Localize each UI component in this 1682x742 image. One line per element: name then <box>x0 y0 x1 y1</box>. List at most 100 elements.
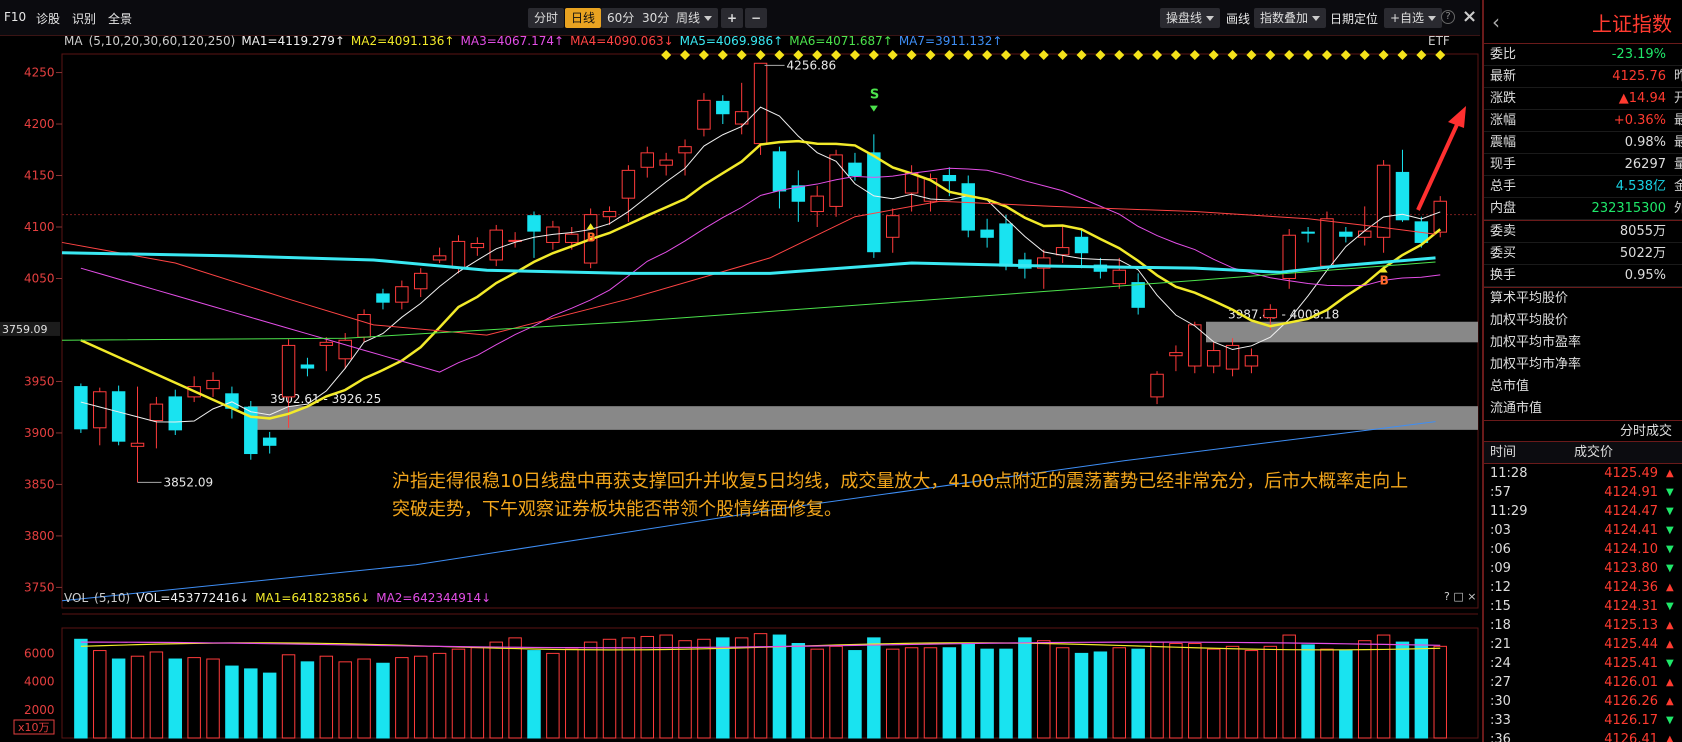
volume-bar <box>168 658 183 739</box>
arrow-up-icon: ▲ <box>1666 734 1674 742</box>
volume-bar <box>583 641 598 739</box>
trade-time: :33 <box>1490 713 1511 728</box>
signal-diamond <box>736 50 747 60</box>
buy-signal-label: B <box>1380 274 1389 288</box>
stat-row[interactable]: 算术平均股价 <box>1484 288 1682 310</box>
trade-price: 4124.10 <box>1604 542 1658 557</box>
price-tick-label: 3900 <box>24 426 55 440</box>
vol-indicator-name[interactable]: VOL <box>64 591 88 605</box>
volume-bar <box>244 668 258 739</box>
trade-row: :21 4125.44 ▲ <box>1484 635 1682 654</box>
quote-label: 委卖 <box>1490 224 1517 239</box>
ma-value-5: MA5=4069.986↑ <box>679 34 784 48</box>
candle <box>1112 269 1127 285</box>
signal-diamond <box>982 50 993 60</box>
trade-price: 4124.91 <box>1604 485 1658 500</box>
sidebar-header: ‹ 上证指数 <box>1484 0 1682 44</box>
signal-diamond <box>680 50 691 60</box>
signal-diamond <box>906 50 917 60</box>
trade-price: 4123.80 <box>1604 561 1658 576</box>
volume-bar <box>1433 645 1447 739</box>
trade-time: :27 <box>1490 675 1511 690</box>
volume-bar <box>319 655 334 739</box>
volume-bar <box>1320 648 1334 739</box>
price-column-header: 成交价 <box>1574 445 1614 460</box>
quote-suffix: 最 <box>1674 135 1682 150</box>
candle <box>867 152 881 253</box>
candle <box>432 255 447 261</box>
ma-value-3: MA3=4067.174↑ <box>460 34 565 48</box>
trade-time: 11:29 <box>1490 504 1528 519</box>
signal-diamond <box>755 50 766 60</box>
volume-bar <box>1018 637 1032 739</box>
trade-time: :15 <box>1490 599 1511 614</box>
price-tick-label: 3800 <box>24 529 55 543</box>
trade-price: 4126.01 <box>1604 675 1658 690</box>
price-tick-label: 3950 <box>24 374 55 388</box>
ma-indicator-name[interactable]: MA <box>64 34 83 48</box>
vol-value-1: VOL=453772416↓ <box>136 591 250 605</box>
trade-row: :03 4124.41 ▼ <box>1484 521 1682 540</box>
quote-label: 震幅 <box>1490 135 1517 150</box>
candle <box>980 229 994 238</box>
stat-row[interactable]: 加权平均股价 <box>1484 310 1682 332</box>
volume-bar <box>1112 647 1127 739</box>
quote-value: 5022万 <box>1619 246 1666 261</box>
trade-row: 11:29 4124.47 ▼ <box>1484 502 1682 521</box>
stat-row[interactable]: 加权平均市净率 <box>1484 354 1682 376</box>
quote-value: 0.95% <box>1624 268 1666 283</box>
volume-bar <box>848 650 862 739</box>
candle <box>1263 308 1278 319</box>
signal-diamond <box>1303 50 1314 60</box>
quote-value: 0.98% <box>1624 135 1666 150</box>
quote-label: 总手 <box>1490 179 1517 194</box>
candle <box>74 386 88 430</box>
signal-diamond <box>1435 50 1446 60</box>
stat-row[interactable]: 流通市值 <box>1484 398 1682 420</box>
volume-bar <box>357 658 371 739</box>
volume-panel-controls[interactable]: ? □ × <box>1444 590 1476 603</box>
trade-time: :36 <box>1490 732 1511 742</box>
analysis-annotation: 沪指走得很稳10日线盘中再获支撑回升并收复5日均线，成交量放大，4100点附近的… <box>392 471 1409 520</box>
volume-bar <box>753 633 768 739</box>
sell-signal-label: S <box>870 87 879 102</box>
quote-label: 涨跌 <box>1490 91 1517 106</box>
ma-value-4: MA4=4090.063↓ <box>570 34 674 48</box>
signal-diamond <box>717 50 728 60</box>
volume-bar <box>1074 652 1089 739</box>
candle <box>1055 247 1070 256</box>
kline-chart[interactable]: 4250 4200 4150 4100 4050 3950 3900 3850 3800 3750… <box>0 0 1480 742</box>
candle <box>904 172 919 194</box>
quote-sidebar: ‹ 上证指数 委比 -23.19% 最新 4125.76 昨涨跌 ▲14.94 开涨幅 +0.… <box>1482 0 1682 742</box>
etf-label[interactable]: ETF <box>1428 34 1450 48</box>
candle <box>697 99 711 130</box>
vol-params: (5,10) <box>94 591 131 605</box>
stat-row[interactable]: 总市值 <box>1484 376 1682 398</box>
volume-bar <box>621 637 636 739</box>
stat-row[interactable]: 加权平均市盈率 <box>1484 332 1682 354</box>
candle <box>1395 171 1410 221</box>
trade-row: :30 4126.26 ▲ <box>1484 692 1682 711</box>
trade-time: 11:28 <box>1490 466 1528 481</box>
volume-bar <box>1055 647 1070 739</box>
trades-header[interactable]: 分时成交 <box>1484 420 1682 442</box>
ma-value-6: MA6=4071.687↑ <box>789 34 893 48</box>
arrow-up-icon: ▲ <box>1666 639 1674 650</box>
candle <box>1244 355 1259 367</box>
volume-bar <box>1169 643 1183 739</box>
order-quote-row: 委卖 8055万 <box>1484 221 1682 243</box>
volume-bar <box>678 640 692 739</box>
volume-bar <box>1282 634 1296 739</box>
volume-bar <box>546 652 560 739</box>
volume-bar <box>772 634 787 739</box>
volume-tick-label: 6000 <box>24 646 55 660</box>
back-icon[interactable]: ‹ <box>1492 10 1500 34</box>
volume-bar <box>810 648 824 739</box>
kline-app: F10 诊股 识别 全景 分时 日线 60分 30分 周线 + − 操盘线 画线… <box>0 0 1682 742</box>
ma-value-7: MA7=3911.132↑ <box>898 34 1003 48</box>
candle <box>1339 231 1353 237</box>
trade-row: :57 4124.91 ▼ <box>1484 483 1682 502</box>
signal-diamond <box>1416 50 1427 60</box>
volume-tick-label: 4000 <box>24 675 55 689</box>
ma-values: MA1=4119.279↑ MA2=4091.136↑ MA3=4067.174↑ M… <box>241 34 1008 48</box>
